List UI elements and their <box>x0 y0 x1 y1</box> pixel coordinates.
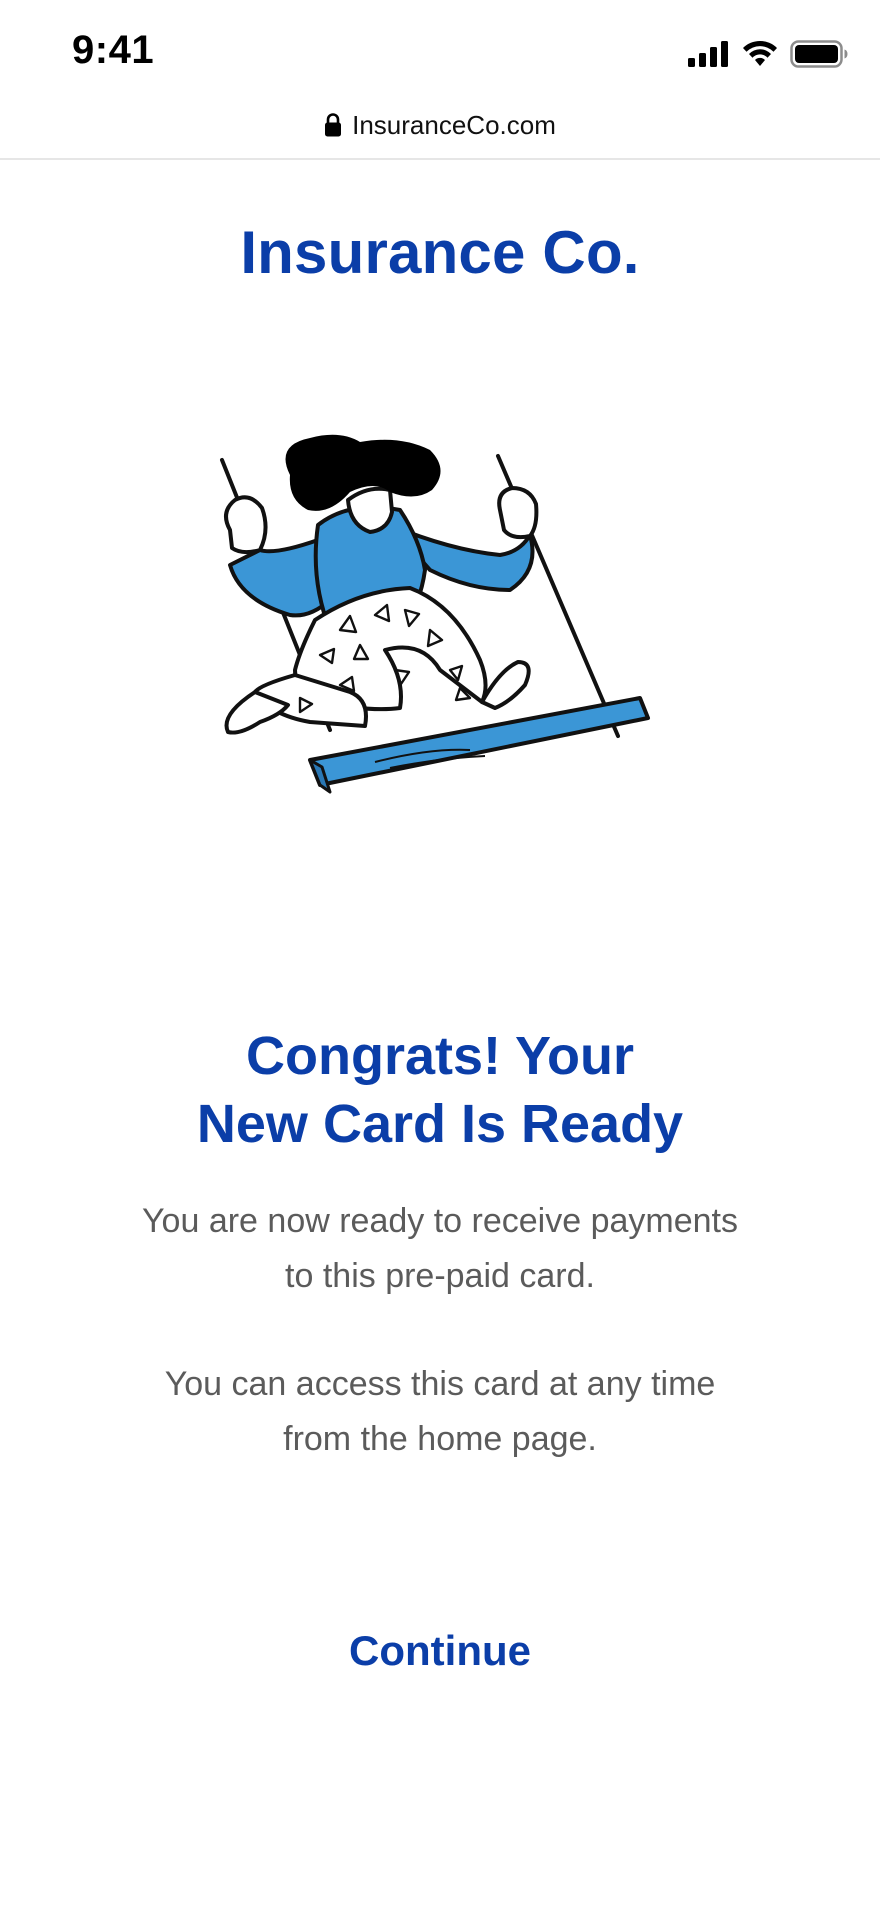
woman-on-swing-illustration <box>220 434 650 794</box>
continue-button[interactable]: Continue <box>290 1620 590 1682</box>
lock-icon <box>325 113 342 137</box>
body-paragraph-access: You can access this card at any time fro… <box>0 1357 880 1467</box>
status-icons <box>688 36 848 72</box>
battery-icon <box>790 40 848 68</box>
body-paragraph-payments-line-2: to this pre-paid card. <box>285 1257 595 1295</box>
url-text: InsuranceCo.com <box>352 109 556 140</box>
headline-line-2: New Card Is Ready <box>196 1094 684 1154</box>
status-bar: 9:41 <box>0 0 880 100</box>
body-paragraph-payments: You are now ready to receive payments to… <box>0 1194 880 1304</box>
body-paragraph-payments-line-1: You are now ready to receive payments <box>142 1202 738 1240</box>
brand-title: Insurance Co. <box>240 219 640 286</box>
cellular-signal-icon <box>688 41 728 67</box>
headline-line-1: Congrats! Your <box>245 1026 635 1086</box>
wifi-icon <box>743 40 777 66</box>
browser-url-bar[interactable]: InsuranceCo.com <box>0 96 880 160</box>
status-time: 9:41 <box>72 28 155 72</box>
body-paragraph-access-line-2: from the home page. <box>283 1420 597 1458</box>
body-paragraph-access-line-1: You can access this card at any time <box>164 1365 716 1403</box>
success-headline: Congrats! Your New Card Is Ready <box>0 1022 880 1158</box>
